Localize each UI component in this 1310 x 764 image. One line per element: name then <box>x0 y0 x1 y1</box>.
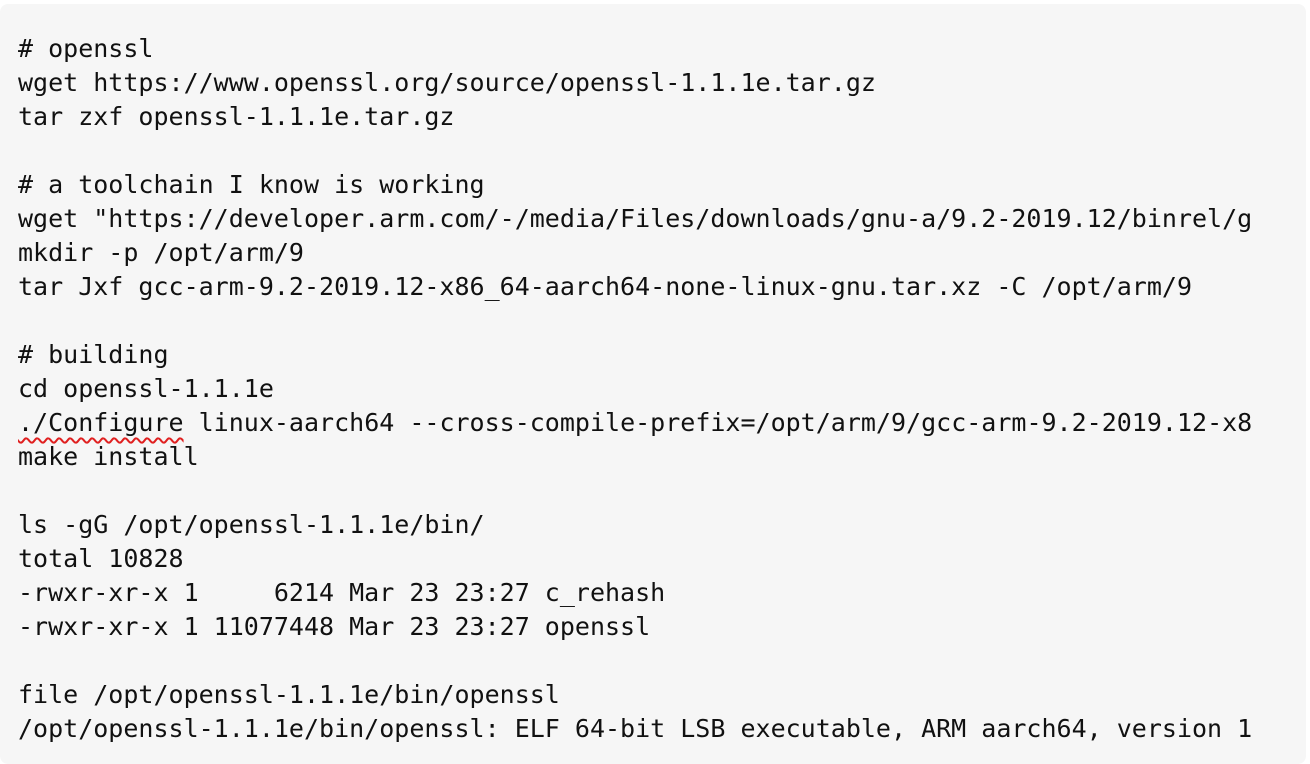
code-line: # building <box>18 340 169 369</box>
code-line: make install <box>18 442 199 471</box>
code-line: mkdir -p /opt/arm/9 <box>18 238 304 267</box>
code-line: tar zxf openssl-1.1.1e.tar.gz <box>18 102 455 131</box>
code-line: total 10828 <box>18 544 184 573</box>
code-content: # openssl wget https://www.openssl.org/so… <box>18 32 1252 746</box>
code-line: file /opt/openssl-1.1.1e/bin/openssl <box>18 680 560 709</box>
code-line: -rwxr-xr-x 1 11077448 Mar 23 23:27 opens… <box>18 612 651 641</box>
code-line: /opt/openssl-1.1.1e/bin/openssl: ELF 64-… <box>18 714 1253 743</box>
code-line: cd openssl-1.1.1e <box>18 374 274 403</box>
code-line: wget https://www.openssl.org/source/open… <box>18 68 876 97</box>
code-line: # openssl <box>18 34 154 63</box>
code-line: ls -gG /opt/openssl-1.1.1e/bin/ <box>18 510 485 539</box>
code-line: -rwxr-xr-x 1 6214 Mar 23 23:27 c_rehash <box>18 578 666 607</box>
code-block: # openssl wget https://www.openssl.org/so… <box>0 4 1306 764</box>
code-line: # a toolchain I know is working <box>18 170 485 199</box>
code-line: wget "https://developer.arm.com/-/media/… <box>18 204 1253 233</box>
configure-line: ./Configure linux-aarch64 --cross-compil… <box>18 406 1252 440</box>
configure-args: linux-aarch64 --cross-compile-prefix=/op… <box>183 408 1253 437</box>
code-line: tar Jxf gcc-arm-9.2-2019.12-x86_64-aarch… <box>18 272 1192 301</box>
spellcheck-flagged-word[interactable]: ./Configure <box>18 408 184 437</box>
